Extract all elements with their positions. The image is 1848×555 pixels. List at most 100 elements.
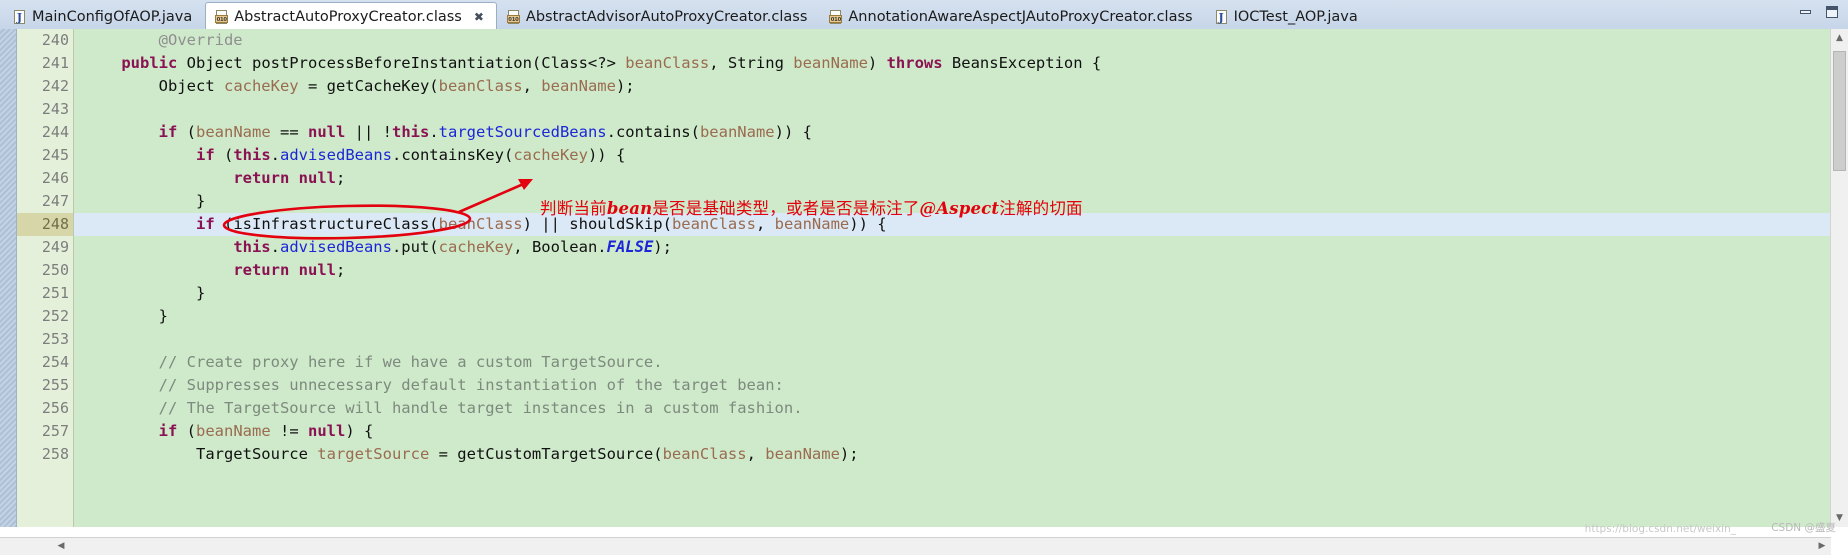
code-token: == <box>270 123 308 141</box>
code-token: ( <box>214 146 234 164</box>
code-token: , <box>755 215 775 233</box>
code-token: cacheKey <box>438 238 514 256</box>
code-editor: 240 241↱ 242 243 244 245 246 247 248 249 250 251 252… <box>0 29 1848 555</box>
editor-tab-abstractadvisorautoproxycreator[interactable]: AbstractAdvisorAutoProxyCreator.class <box>498 4 819 30</box>
code-token: ); <box>839 445 859 463</box>
code-line[interactable]: if (this.advisedBeans.containsKey(cacheK… <box>74 144 1830 167</box>
code-line[interactable]: TargetSource targetSource = getCustomTar… <box>74 443 1830 466</box>
code-token: beanName <box>765 445 840 463</box>
code-token: null <box>298 261 336 279</box>
code-line[interactable]: Object cacheKey = getCacheKey(beanClass,… <box>74 75 1830 98</box>
code-token: Object <box>84 77 224 95</box>
code-token: return <box>233 169 290 187</box>
code-line[interactable]: if (beanName == null || !this.targetSour… <box>74 121 1830 144</box>
line-number: 246 <box>41 169 69 187</box>
code-token: , <box>746 445 766 463</box>
tab-label: MainConfigOfAOP.java <box>32 9 193 25</box>
code-line[interactable]: // Create proxy here if we have a custom… <box>74 351 1830 374</box>
code-line[interactable]: this.advisedBeans.put(cacheKey, Boolean.… <box>74 236 1830 259</box>
code-token: if <box>195 215 215 233</box>
scroll-right-icon[interactable]: ▶ <box>1813 538 1831 555</box>
code-text-area[interactable]: @Override public Object postProcessBefor… <box>74 29 1830 527</box>
code-token: = getCustomTargetSource( <box>429 445 663 463</box>
code-token: beanClass <box>671 215 756 233</box>
maximize-icon[interactable] <box>1824 4 1840 20</box>
code-token: null <box>307 123 346 141</box>
scroll-down-icon[interactable]: ▼ <box>1831 509 1848 527</box>
line-number: 251 <box>41 284 69 302</box>
code-token: .contains( <box>606 123 700 141</box>
code-token: null <box>307 422 346 440</box>
code-token: cacheKey <box>513 146 588 164</box>
class-file-icon <box>829 9 843 25</box>
code-token: beanName <box>196 422 271 440</box>
vertical-scroll-thumb[interactable] <box>1833 51 1846 171</box>
class-file-icon <box>506 9 521 25</box>
code-token: this <box>233 238 271 256</box>
code-token: beanName <box>774 215 850 233</box>
code-token: ( <box>177 123 196 141</box>
line-number: 248 <box>17 213 73 236</box>
code-line[interactable]: return null; <box>74 167 1830 190</box>
java-file-icon <box>1215 9 1229 25</box>
code-token: , String <box>709 54 794 72</box>
scroll-left-icon[interactable]: ◀ <box>52 538 70 555</box>
line-number: 241↱ <box>41 54 69 72</box>
code-line[interactable]: public Object postProcessBeforeInstantia… <box>74 52 1830 75</box>
vertical-scrollbar[interactable]: ▲ ▼ <box>1830 29 1848 527</box>
code-token: } <box>84 284 206 302</box>
line-number: 252 <box>41 307 69 325</box>
line-number: 254 <box>41 353 69 371</box>
code-token: if <box>195 146 215 164</box>
code-line[interactable] <box>74 328 1830 351</box>
editor-annotation-gutter[interactable] <box>0 29 17 527</box>
code-line[interactable]: @Override <box>74 29 1830 52</box>
line-number: 258 <box>41 445 69 463</box>
editor-tab-ioctest-aop[interactable]: IOCTest_AOP.java <box>1206 4 1370 30</box>
code-token: // The TargetSource will handle target i… <box>158 399 803 417</box>
tab-label: AbstractAutoProxyCreator.class <box>234 8 462 25</box>
editor-tab-mainconfigofaop[interactable]: MainConfigOfAOP.java <box>4 4 204 30</box>
code-token: )) { <box>587 146 626 164</box>
code-line[interactable]: } <box>74 305 1830 328</box>
code-token: FALSE <box>606 238 654 256</box>
code-token: this <box>233 146 271 164</box>
scroll-up-icon[interactable]: ▲ <box>1831 29 1848 47</box>
code-token: null <box>298 169 336 187</box>
code-line[interactable]: } <box>74 190 1830 213</box>
line-number: 245 <box>41 146 69 164</box>
code-token: } <box>84 192 206 210</box>
tab-label: AnnotationAwareAspectJAutoProxyCreator.c… <box>848 9 1193 25</box>
code-token: , Boolean. <box>513 238 607 256</box>
code-token: advisedBeans <box>280 146 392 164</box>
code-token: return <box>233 261 290 279</box>
minimize-icon[interactable] <box>1798 4 1814 20</box>
code-token: BeansException { <box>942 54 1102 72</box>
code-token: // Suppresses unnecessary default instan… <box>158 376 784 394</box>
code-token: beanName <box>541 77 616 95</box>
code-line[interactable] <box>74 98 1830 121</box>
code-token: || ! <box>345 123 392 141</box>
code-line[interactable]: if (isInfrastructureClass(beanClass) || … <box>74 213 1830 236</box>
code-line[interactable]: if (beanName != null) { <box>74 420 1830 443</box>
line-number: 240 <box>17 29 85 52</box>
code-line[interactable]: } <box>74 282 1830 305</box>
code-line[interactable]: // Suppresses unnecessary default instan… <box>74 374 1830 397</box>
code-token: ; <box>335 261 346 279</box>
code-line[interactable]: return null; <box>74 259 1830 282</box>
editor-tab-abstractautoproxycreator[interactable]: AbstractAutoProxyCreator.class ✖ <box>205 2 497 30</box>
horizontal-scrollbar[interactable]: ◀ ▶ <box>0 537 1831 555</box>
code-token: .containsKey( <box>391 146 514 164</box>
code-token: throws <box>886 54 943 72</box>
code-line[interactable]: // The TargetSource will handle target i… <box>74 397 1830 420</box>
code-token: != <box>270 422 308 440</box>
tab-label: AbstractAdvisorAutoProxyCreator.class <box>525 9 808 25</box>
close-icon[interactable]: ✖ <box>474 10 484 24</box>
editor-tab-annotationawareaspectjautoproxycreator[interactable]: AnnotationAwareAspectJAutoProxyCreator.c… <box>820 4 1204 30</box>
code-token: if <box>158 422 178 440</box>
